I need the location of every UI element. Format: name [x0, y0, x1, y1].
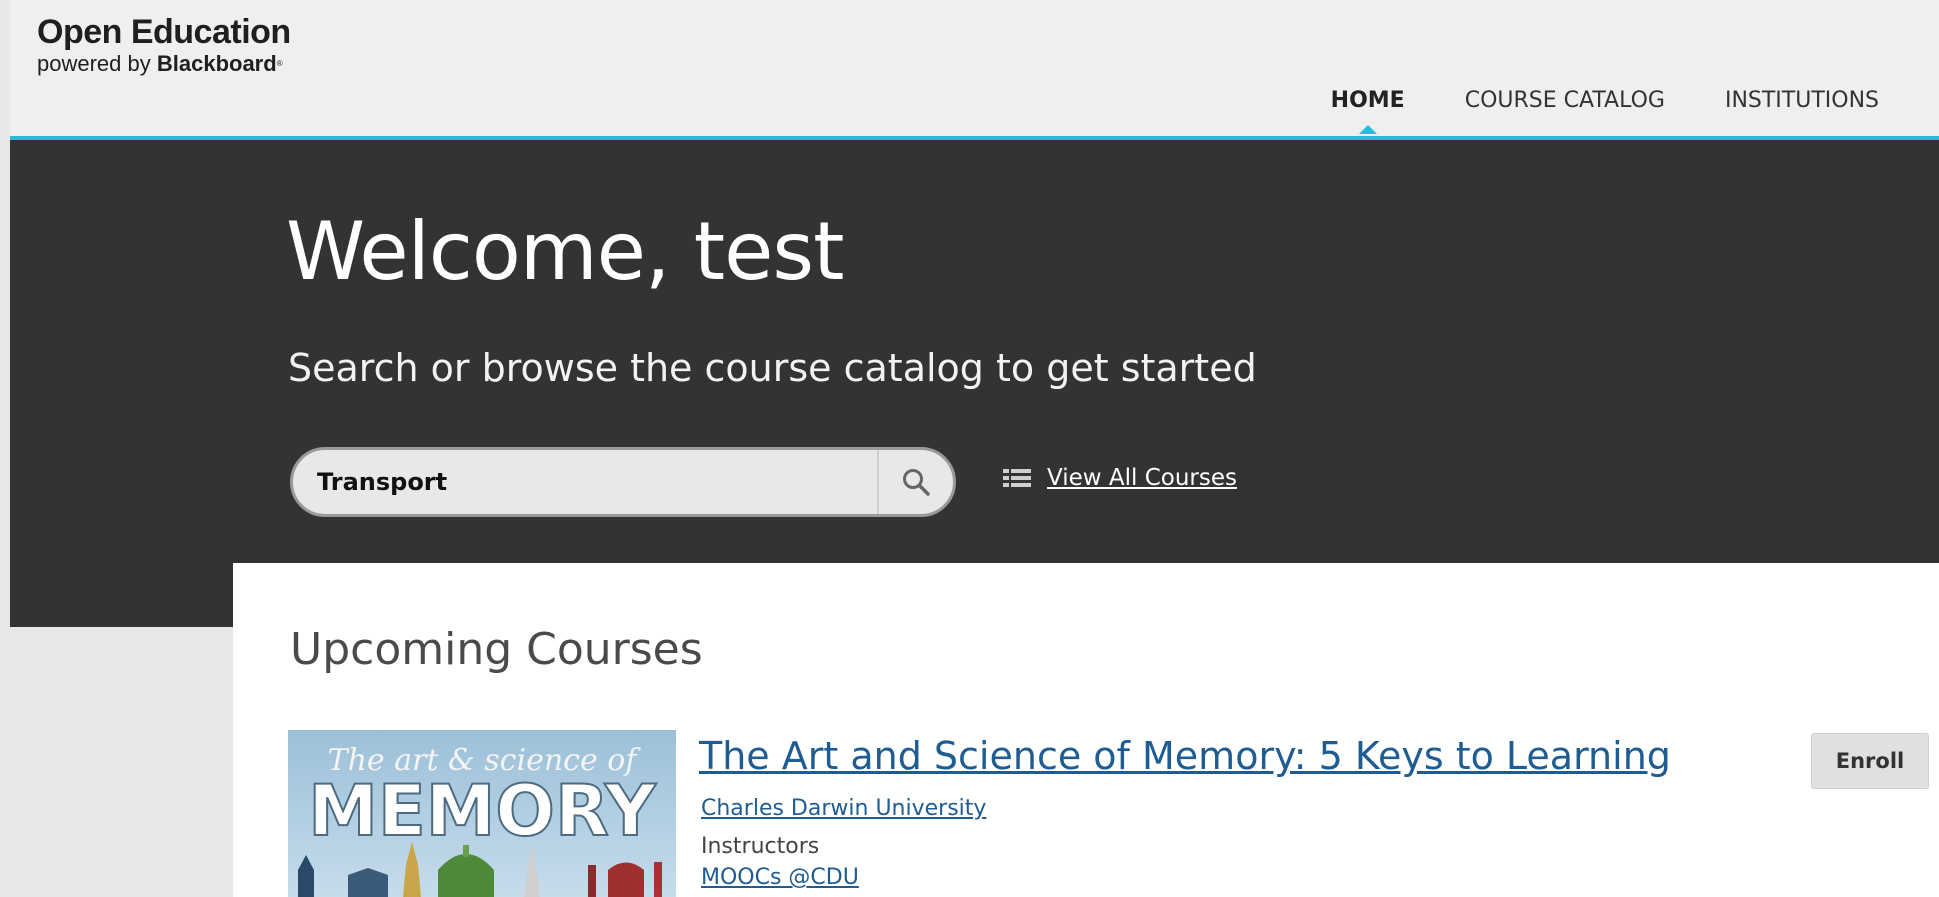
enroll-button[interactable]: Enroll: [1811, 733, 1929, 789]
logo-trademark: ®: [276, 59, 283, 68]
nav-home-label: HOME: [1330, 88, 1405, 113]
nav-course-catalog[interactable]: COURSE CATALOG: [1465, 88, 1665, 113]
search-button[interactable]: [877, 450, 953, 514]
course-instructor-link[interactable]: MOOCs @CDU: [701, 864, 859, 892]
course-search: [290, 447, 956, 517]
nav-course-catalog-label: COURSE CATALOG: [1464, 88, 1665, 113]
logo-subtitle: powered by Blackboard®: [37, 52, 291, 76]
memory-course-image: The art & science of MEMORY: [288, 730, 676, 897]
active-nav-indicator: [1358, 125, 1377, 134]
logo-brand: Blackboard: [156, 51, 277, 76]
thumbnail-line2: MEMORY: [308, 770, 657, 852]
nav-institutions-label: INSTITUTIONS: [1724, 88, 1879, 113]
nav-institutions[interactable]: INSTITUTIONS: [1725, 88, 1879, 113]
instructors-label: Instructors: [701, 834, 820, 859]
main-nav: HOME COURSE CATALOG INSTITUTIONS: [1330, 88, 1879, 134]
course-thumbnail[interactable]: The art & science of MEMORY: [288, 730, 676, 897]
course-title-link[interactable]: The Art and Science of Memory: 5 Keys to…: [699, 733, 1671, 779]
welcome-subtitle: Search or browse the course catalog to g…: [288, 346, 1257, 390]
logo-title: Open Education: [37, 13, 291, 51]
search-input[interactable]: [293, 450, 873, 514]
upcoming-courses-panel: Upcoming Courses The art & science of ME…: [233, 563, 1939, 897]
course-institution-link[interactable]: Charles Darwin University: [701, 795, 986, 823]
nav-home[interactable]: HOME: [1330, 88, 1405, 134]
welcome-hero: Welcome, test Search or browse the cours…: [10, 140, 1939, 627]
top-header: Open Education powered by Blackboard® HO…: [10, 0, 1939, 136]
site-logo[interactable]: Open Education powered by Blackboard®: [37, 12, 291, 76]
logo-subtitle-prefix: powered by: [37, 51, 157, 76]
upcoming-courses-heading: Upcoming Courses: [290, 624, 703, 675]
view-all-courses-label: View All Courses: [1047, 465, 1237, 491]
search-icon: [903, 469, 930, 496]
view-all-courses-link[interactable]: View All Courses: [1003, 465, 1237, 491]
welcome-title: Welcome, test: [286, 205, 844, 298]
list-icon: [1003, 469, 1031, 487]
